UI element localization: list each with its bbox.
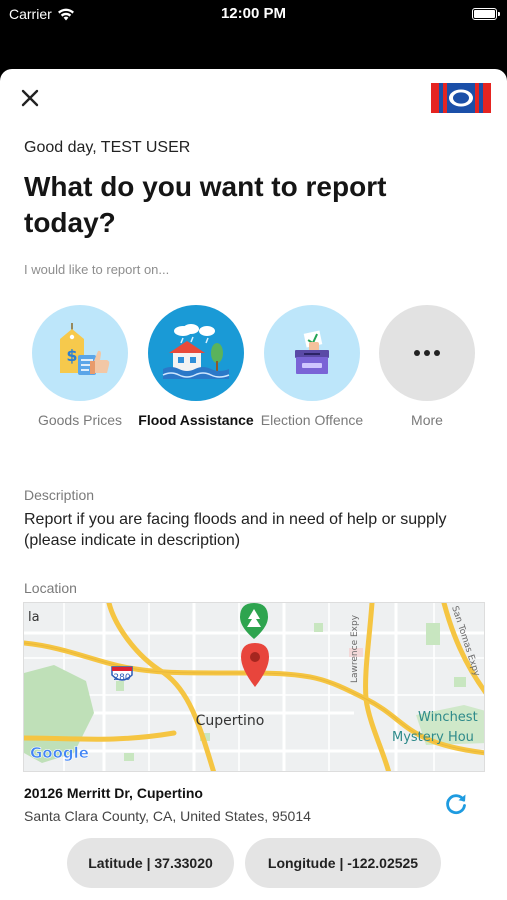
- category-circle: [264, 305, 360, 401]
- category-label: Election Offence: [260, 412, 364, 428]
- status-time: 12:00 PM: [220, 5, 287, 22]
- page-title: What do you want to report today?: [24, 171, 387, 238]
- latitude-chip: Latitude | 37.33020: [67, 838, 234, 888]
- longitude-chip: Longitude | -122.02525: [245, 838, 441, 888]
- svg-text:$: $: [66, 346, 77, 365]
- price-tag-icon: $: [60, 323, 110, 375]
- report-prompt: I would like to report on...: [24, 262, 170, 277]
- map-road-label-lawrence: Lawrence Expy: [350, 614, 360, 683]
- close-icon[interactable]: [17, 85, 43, 111]
- map-highway-label: 280: [113, 673, 130, 683]
- location-label: Location: [24, 580, 77, 596]
- category-more[interactable]: More: [369, 305, 485, 429]
- map-place-label-winchester: Winchest: [418, 710, 478, 725]
- address-line-2: Santa Clara County, CA, United States, 9…: [24, 808, 311, 824]
- more-icon: [414, 350, 440, 356]
- ballot-box-icon: [295, 330, 329, 374]
- category-label: More: [411, 412, 443, 428]
- refresh-icon[interactable]: [443, 791, 469, 817]
- category-label: Goods Prices: [37, 412, 123, 428]
- address-line-1: 20126 Merritt Dr, Cupertino: [24, 785, 203, 801]
- map-canvas: 280 la Cupertino Lawrence Expy San Tomas…: [24, 603, 484, 771]
- greeting-text: Good day, TEST USER: [24, 139, 191, 156]
- category-circle-selected: [148, 305, 244, 401]
- category-label: Flood Assistance: [138, 412, 254, 428]
- flood-house-icon: [162, 324, 230, 379]
- description-text: Report if you are facing floods and in n…: [24, 511, 447, 549]
- category-list: $ Goods Prices Flood Assistance Election…: [0, 305, 507, 455]
- party-logo: [431, 83, 491, 113]
- google-logo: Google: [30, 744, 89, 762]
- map-city-label: Cupertino: [196, 713, 265, 729]
- category-flood-assistance[interactable]: Flood Assistance: [138, 305, 254, 429]
- report-sheet: Good day, TEST USER What do you want to …: [0, 69, 507, 900]
- category-circle: $: [32, 305, 128, 401]
- battery-icon: [472, 8, 500, 20]
- location-map[interactable]: 280 la Cupertino Lawrence Expy San Tomas…: [23, 602, 485, 772]
- category-election-offence[interactable]: Election Offence: [254, 305, 370, 429]
- category-goods-prices[interactable]: $ Goods Prices: [22, 305, 138, 429]
- map-edge-label: la: [28, 610, 40, 625]
- status-bar: Carrier 12:00 PM: [0, 0, 507, 34]
- map-place-label-mystery: Mystery Hou: [392, 730, 474, 745]
- description-label: Description: [24, 487, 95, 503]
- category-circle: [379, 305, 475, 401]
